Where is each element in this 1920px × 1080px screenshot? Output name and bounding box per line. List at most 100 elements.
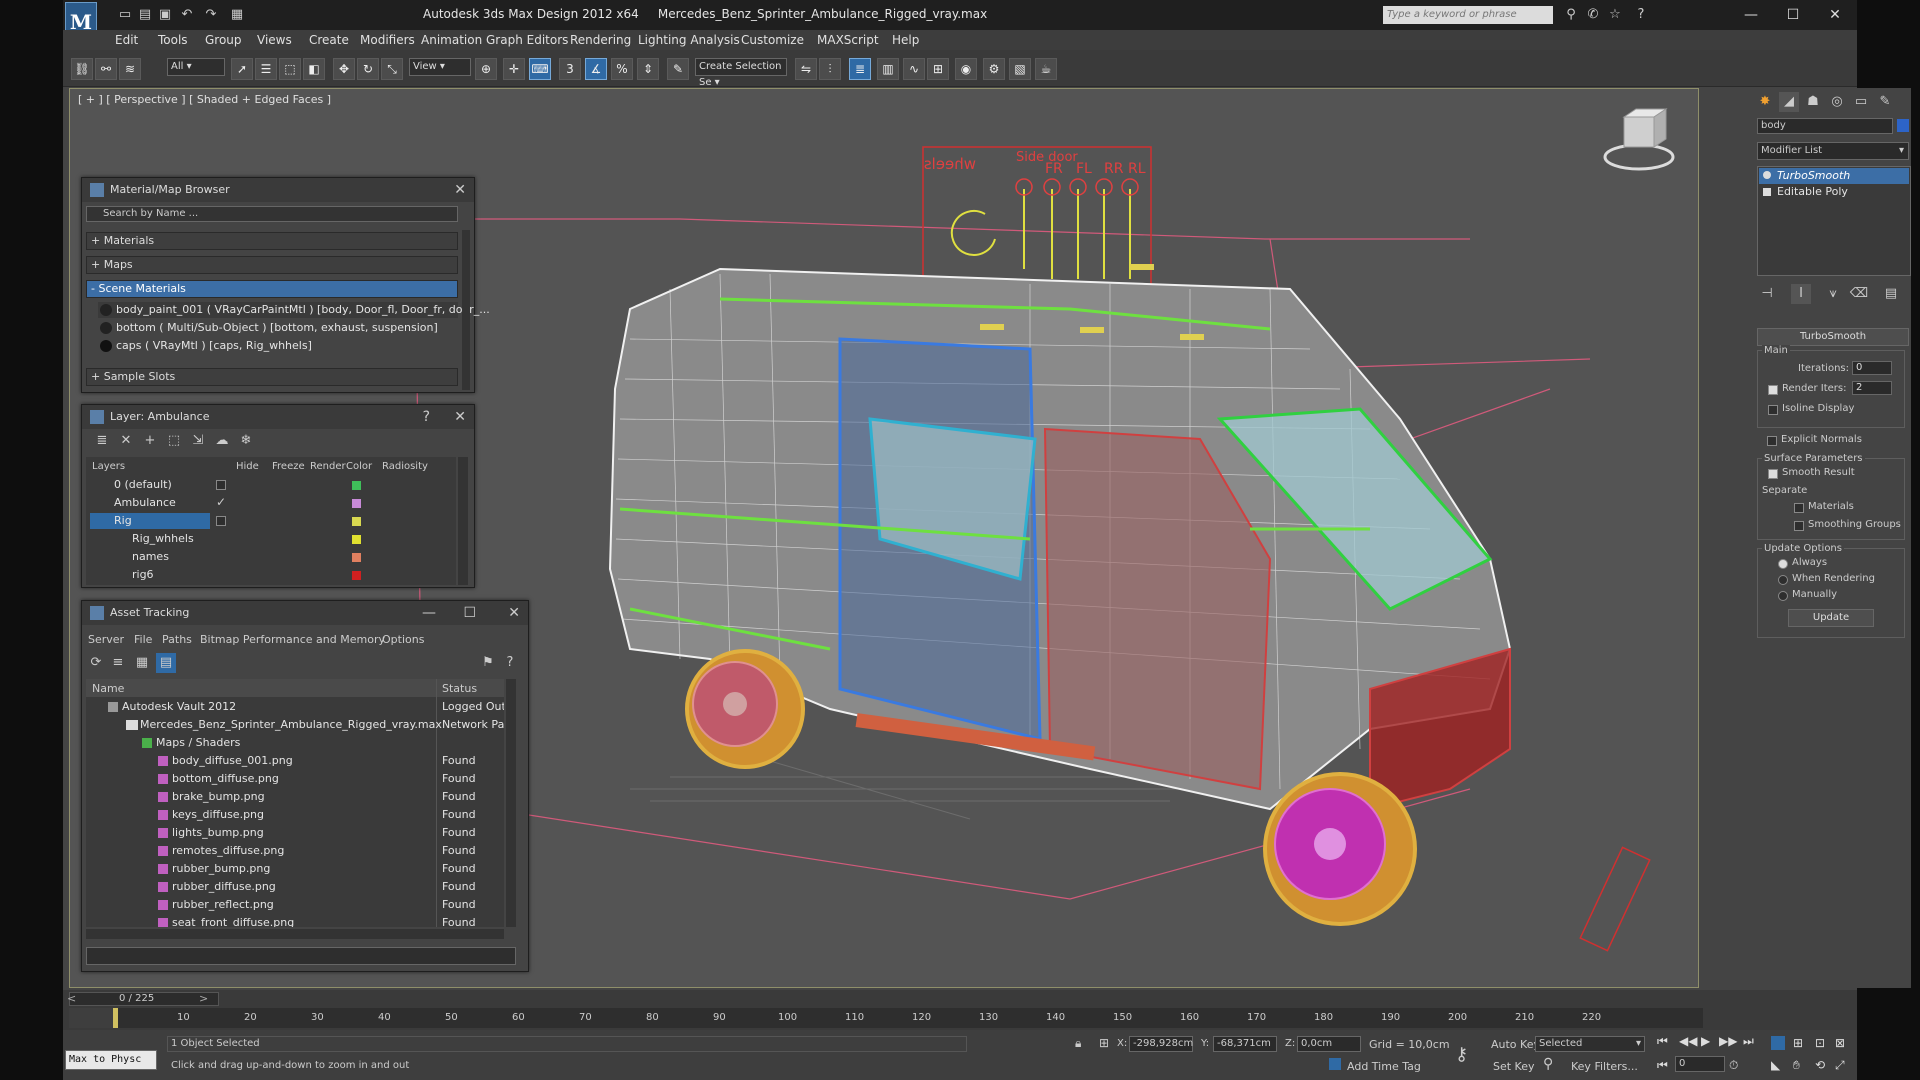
track-bar[interactable]: 10 20 30 40 50 60 70 80 90 100 110 120 1…	[113, 1008, 1703, 1028]
window-crossing-icon[interactable]: ◧	[303, 58, 325, 80]
layer-row-rig6[interactable]: rig6	[90, 567, 210, 583]
layer-col-freeze[interactable]: Freeze	[272, 461, 305, 472]
current-layer-checkbox[interactable]	[216, 480, 226, 490]
layer-row-rig-whhels[interactable]: Rig_whhels	[90, 531, 210, 547]
modify-tab-icon[interactable]: ◢	[1779, 92, 1799, 112]
asset-row-map[interactable]: rubber_reflect.png	[86, 897, 436, 913]
separate-materials-checkbox[interactable]	[1794, 503, 1804, 513]
asset-row-map[interactable]: brake_bump.png	[86, 789, 436, 805]
favorites-star-icon[interactable]: ☆	[1607, 7, 1623, 23]
asset-row-map[interactable]: body_diffuse_001.png	[86, 753, 436, 769]
scene-materials-rollout[interactable]: - Scene Materials	[86, 280, 458, 298]
create-tab-icon[interactable]: ✸	[1755, 92, 1775, 112]
layer-row-rig[interactable]: Rig	[90, 513, 210, 529]
field-of-view-icon[interactable]: ◣	[1771, 1058, 1780, 1072]
time-config-icon[interactable]: ⏱	[1729, 1058, 1738, 1073]
update-manually-radio[interactable]	[1778, 591, 1788, 601]
render-iters-spinner[interactable]: 2	[1852, 381, 1892, 395]
minimize-button[interactable]: —	[1731, 3, 1771, 27]
help-icon[interactable]: ?	[1633, 7, 1649, 23]
material-search-input[interactable]: Search by Name ...	[86, 206, 458, 222]
current-frame-field[interactable]: 0	[1675, 1056, 1725, 1072]
add-time-tag-button[interactable]: Add Time Tag	[1347, 1060, 1421, 1073]
go-to-end-icon[interactable]: ⏭	[1743, 1034, 1754, 1049]
maxscript-listener-input[interactable]: Max to Physc	[65, 1050, 157, 1070]
move-icon[interactable]: ✥	[333, 58, 355, 80]
x-coordinate-field[interactable]: -298,928cm	[1129, 1036, 1193, 1052]
layer-color-swatch[interactable]	[352, 517, 361, 526]
explicit-normals-checkbox[interactable]	[1767, 436, 1777, 446]
asset-col-name[interactable]: Name	[92, 682, 124, 695]
menu-tools[interactable]: Tools	[158, 33, 188, 47]
layer-row-ambulance[interactable]: Ambulance	[90, 495, 190, 511]
highlight-layer-icon[interactable]: ⇲	[188, 431, 208, 451]
help-search-input[interactable]: Type a keyword or phrase	[1383, 6, 1553, 24]
menu-lighting-analysis[interactable]: Lighting Analysis	[638, 33, 740, 47]
maximize-button[interactable]: ☐	[1773, 3, 1813, 27]
zoom-extents-icon[interactable]: ⊡	[1815, 1036, 1825, 1050]
menu-animation[interactable]: Animation	[421, 33, 482, 47]
menu-customize[interactable]: Customize	[741, 33, 804, 47]
render-setup-icon[interactable]: ⚙	[983, 58, 1005, 80]
layer-color-swatch[interactable]	[352, 553, 361, 562]
menu-create[interactable]: Create	[309, 33, 349, 47]
thumbnail-view-icon[interactable]: ▦	[132, 653, 152, 673]
update-button[interactable]: Update	[1788, 609, 1874, 627]
asset-close-button[interactable]: ✕	[508, 601, 520, 625]
asset-row-map[interactable]: bottom_diffuse.png	[86, 771, 436, 787]
zoom-all-icon[interactable]: ⊞	[1793, 1036, 1803, 1050]
sample-slots-rollout[interactable]: + Sample Slots	[86, 368, 458, 386]
absolute-mode-icon[interactable]: ⊞	[1099, 1036, 1109, 1050]
asset-col-status[interactable]: Status	[442, 682, 477, 695]
graphite-ribbon-icon[interactable]: ▥	[877, 58, 899, 80]
asset-row-maps-shaders[interactable]: Maps / Shaders	[86, 735, 436, 751]
material-item[interactable]: bottom ( Multi/Sub-Object ) [bottom, exh…	[98, 320, 458, 336]
menu-help[interactable]: Help	[892, 33, 919, 47]
stack-item-editable-poly[interactable]: Editable Poly	[1759, 184, 1909, 200]
create-layer-icon[interactable]: ≣	[92, 431, 112, 451]
set-key-button[interactable]: Set Key	[1493, 1060, 1535, 1073]
schematic-view-icon[interactable]: ⊞	[927, 58, 949, 80]
lightbulb-icon[interactable]	[1763, 171, 1771, 179]
asset-minimize-button[interactable]: —	[422, 601, 436, 625]
key-filters-button[interactable]: Key Filters...	[1571, 1060, 1638, 1073]
named-selection-dropdown[interactable]: Create Selection Se ▾	[695, 58, 787, 88]
open-file-icon[interactable]: ▤	[137, 7, 153, 23]
layer-color-swatch[interactable]	[352, 571, 361, 580]
menu-views[interactable]: Views	[257, 33, 292, 47]
unlink-icon[interactable]: ⚯	[95, 58, 117, 80]
z-coordinate-field[interactable]: 0,0cm	[1297, 1036, 1361, 1052]
asset-tracking-titlebar[interactable]: Asset Tracking	[82, 601, 528, 625]
asset-row-map[interactable]: seat_front_diffuse.png	[86, 915, 436, 927]
pivot-center-icon[interactable]: ⊕	[475, 58, 497, 80]
object-name-field[interactable]: body	[1757, 118, 1893, 134]
asset-menu-server[interactable]: Server	[88, 633, 124, 646]
link-icon[interactable]: ⛓	[71, 58, 93, 80]
render-iters-checkbox[interactable]	[1768, 385, 1778, 395]
freeze-all-icon[interactable]: ❄	[236, 431, 256, 451]
menu-graph-editors[interactable]: Graph Editors	[486, 33, 568, 47]
communication-icon[interactable]: ✆	[1585, 7, 1601, 23]
key-mode-icon[interactable]: ⏮	[1657, 1058, 1668, 1073]
asset-row-map[interactable]: lights_bump.png	[86, 825, 436, 841]
current-layer-checkbox[interactable]	[216, 516, 226, 526]
asset-row-vault[interactable]: Autodesk Vault 2012	[86, 699, 436, 715]
layer-scrollbar[interactable]	[458, 457, 468, 585]
asset-row-map[interactable]: keys_diffuse.png	[86, 807, 436, 823]
snaps-toggle-icon[interactable]: 3	[559, 58, 581, 80]
make-unique-icon[interactable]: ⩛	[1823, 284, 1843, 304]
save-file-icon[interactable]: ▣	[157, 7, 173, 23]
orbit-icon[interactable]: ⟲	[1815, 1058, 1825, 1072]
layer-manager-icon[interactable]: ≣	[849, 58, 871, 80]
undo-icon[interactable]: ↶	[179, 7, 195, 23]
mirror-icon[interactable]: ⇋	[795, 58, 817, 80]
play-icon[interactable]: ▶	[1701, 1034, 1710, 1048]
project-folder-icon[interactable]: ▦	[229, 7, 245, 23]
material-browser-close-button[interactable]: ✕	[454, 178, 466, 202]
asset-path-field[interactable]	[86, 947, 516, 965]
table-view-icon[interactable]: ▤	[156, 653, 176, 673]
asset-row-map[interactable]: rubber_diffuse.png	[86, 879, 436, 895]
zoom-icon[interactable]	[1771, 1036, 1785, 1050]
menu-edit[interactable]: Edit	[115, 33, 138, 47]
pin-stack-icon[interactable]: ⊣	[1757, 284, 1777, 304]
